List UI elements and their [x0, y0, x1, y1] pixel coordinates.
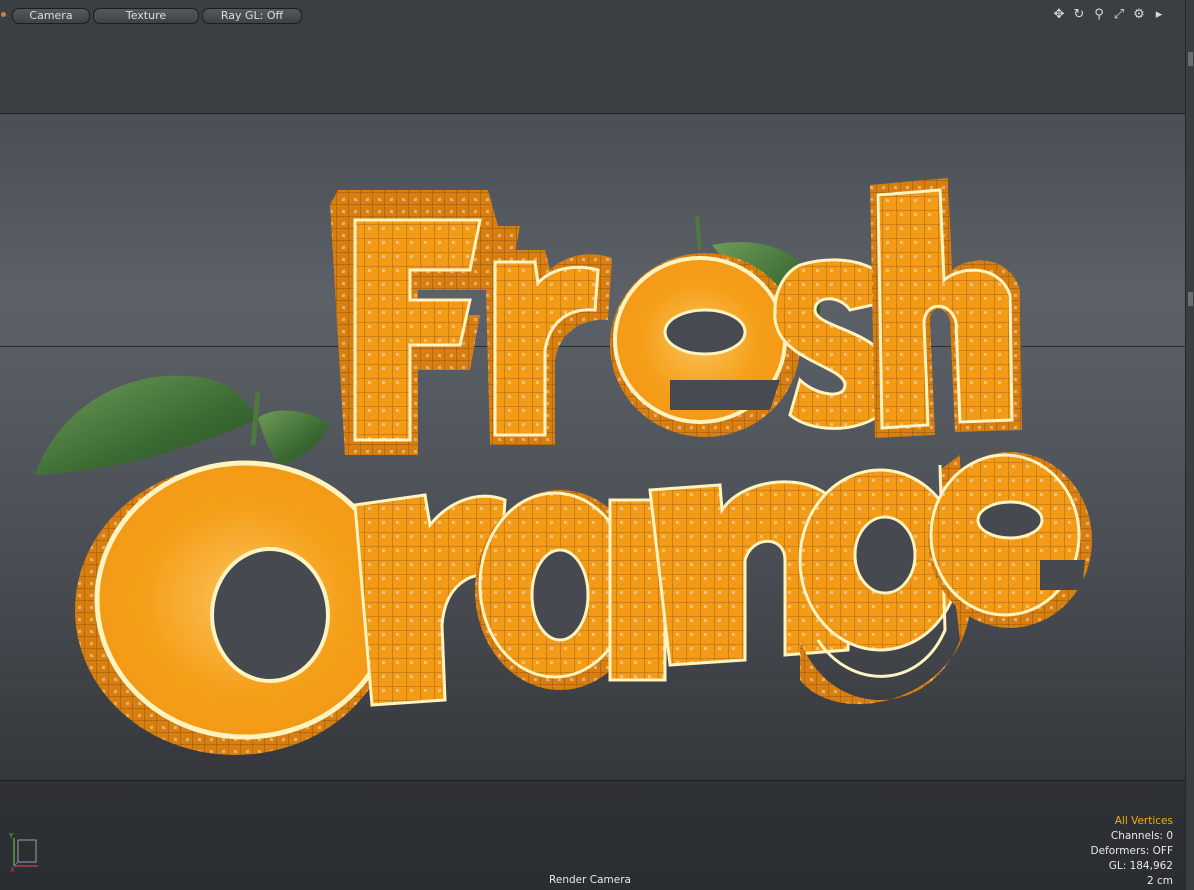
letter-e2: [928, 452, 1092, 628]
letter-e: [610, 253, 800, 437]
letter-r: [485, 250, 612, 445]
svg-text:Y: Y: [8, 832, 14, 840]
leaf-left: [35, 375, 258, 475]
letter-O: [75, 460, 396, 755]
letter-a: [475, 490, 667, 690]
channels-label: Channels: 0: [1110, 830, 1173, 842]
fresh-orange-3d-model[interactable]: [0, 0, 1194, 890]
selection-mode-label: All Vertices: [1114, 815, 1173, 827]
stem-left: [250, 391, 261, 446]
axis-gizmo: Y X: [8, 832, 42, 876]
letter-h: [870, 178, 1022, 438]
stem-top: [695, 215, 702, 251]
3d-viewport[interactable]: Camera Texture Ray GL: Off ✥ ↻ ⚲ ⤢ ⚙ ▸ Y…: [0, 0, 1194, 890]
leaf-left-small: [258, 410, 330, 465]
render-camera-label: Render Camera: [549, 874, 631, 886]
deformers-label: Deformers: OFF: [1090, 845, 1174, 857]
svg-text:X: X: [10, 866, 15, 872]
gl-poly-count: GL: 184,962: [1108, 860, 1173, 872]
